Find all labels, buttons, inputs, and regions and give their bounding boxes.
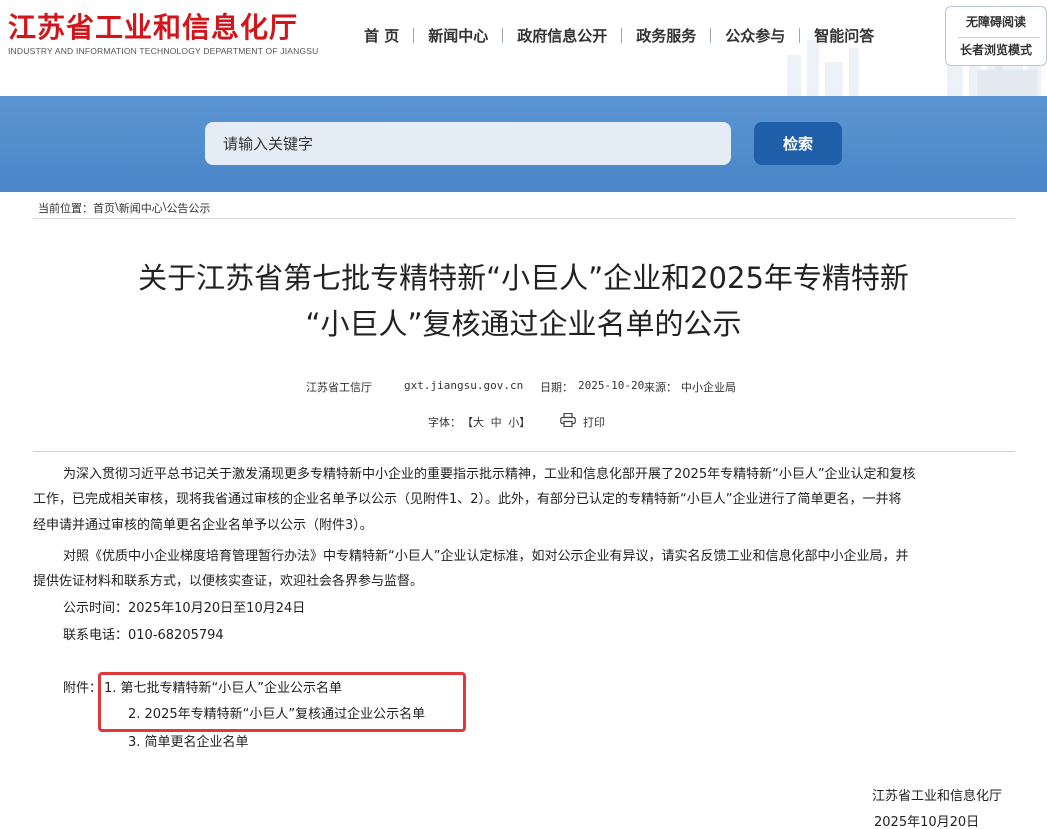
breadcrumb-item-notices[interactable]: 公告公示	[166, 200, 210, 216]
article-title-line: “小巨人”复核通过企业名单的公示	[305, 307, 742, 341]
publish-date: 2025-10-20	[578, 379, 645, 392]
nav-item-smart-qa[interactable]: 智能问答	[800, 25, 888, 46]
article-title: 关于江苏省第七批专精特新“小巨人”企业和2025年专精特新 “小巨人”复核通过企…	[0, 255, 1047, 347]
notice-period: 公示时间：2025年10月20日至10月24日	[63, 601, 306, 616]
divider	[33, 218, 1015, 219]
search-button[interactable]: 检索	[754, 122, 842, 165]
elder-mode-link[interactable]: 长者浏览模式	[946, 41, 1046, 58]
barrier-free-link[interactable]: 无障碍阅读	[946, 13, 1046, 30]
contact-phone: 联系电话：010-68205794	[63, 628, 224, 643]
divider	[33, 451, 1015, 452]
signature: 江苏省工业和信息化厅	[872, 789, 1003, 804]
search-input[interactable]	[205, 122, 731, 165]
nav-item-gov-info[interactable]: 政府信息公开	[503, 25, 621, 46]
search-band: 检索	[0, 96, 1047, 192]
body-paragraph: 经申请并通过审核的简单更名企业名单予以公示（附件3）。	[33, 518, 373, 533]
print-link[interactable]: 打印	[583, 414, 605, 430]
main-nav: 首 页 新闻中心 政府信息公开 政务服务 公众参与 智能问答	[350, 24, 888, 46]
breadcrumb-prefix: 当前位置：	[38, 202, 93, 215]
divider	[958, 37, 1040, 38]
date-label: 日期：	[540, 381, 573, 394]
publisher: 江苏省工信厅	[306, 381, 372, 394]
print-icon[interactable]	[560, 413, 576, 427]
site-logo-title[interactable]: 江苏省工业和信息化厅	[8, 6, 298, 46]
breadcrumb-item-home[interactable]: 首页	[93, 200, 115, 216]
breadcrumb-item-news[interactable]: 新闻中心	[119, 200, 163, 216]
body-paragraph: 提供佐证材料和联系方式，以便核实查证，欢迎社会各界参与监督。	[33, 574, 424, 589]
site-logo-subtitle: INDUSTRY AND INFORMATION TECHNOLOGY DEPA…	[8, 46, 319, 56]
source-label: 来源：	[644, 381, 677, 394]
nav-item-home[interactable]: 首 页	[350, 25, 413, 46]
font-size-label: 字体：	[428, 416, 461, 429]
font-size-switcher[interactable]: 【大 中 小】	[462, 414, 530, 430]
site-url: gxt.jiangsu.gov.cn	[404, 379, 524, 392]
article-title-line: 关于江苏省第七批专精特新“小巨人”企业和2025年专精特新	[138, 261, 909, 295]
attachment-link-3[interactable]: 3. 简单更名企业名单	[128, 731, 249, 755]
nav-item-news[interactable]: 新闻中心	[414, 25, 502, 46]
breadcrumb: 当前位置： 首页 \ 新闻中心 \ 公告公示	[38, 200, 210, 216]
source-value: 中小企业局	[681, 381, 736, 394]
nav-item-services[interactable]: 政务服务	[622, 25, 710, 46]
site-header: 江苏省工业和信息化厅 INDUSTRY AND INFORMATION TECH…	[0, 0, 1047, 96]
attachments-label: 附件：	[63, 681, 103, 696]
highlight-box	[98, 672, 466, 732]
body-paragraph: 对照《优质中小企业梯度培育管理暂行办法》中专精特新“小巨人”企业认定标准，如对公…	[63, 549, 909, 564]
body-paragraph: 为深入贯彻习近平总书记关于激发涌现更多专精特新中小企业的重要指示批示精神，工业和…	[63, 467, 916, 482]
nav-item-participation[interactable]: 公众参与	[711, 25, 799, 46]
body-paragraph: 工作，已完成相关审核，现将我省通过审核的企业名单予以公示（见附件1、2）。此外，…	[33, 492, 902, 507]
sign-date: 2025年10月20日	[874, 815, 980, 829]
accessibility-panel: 无障碍阅读 长者浏览模式	[945, 6, 1047, 66]
